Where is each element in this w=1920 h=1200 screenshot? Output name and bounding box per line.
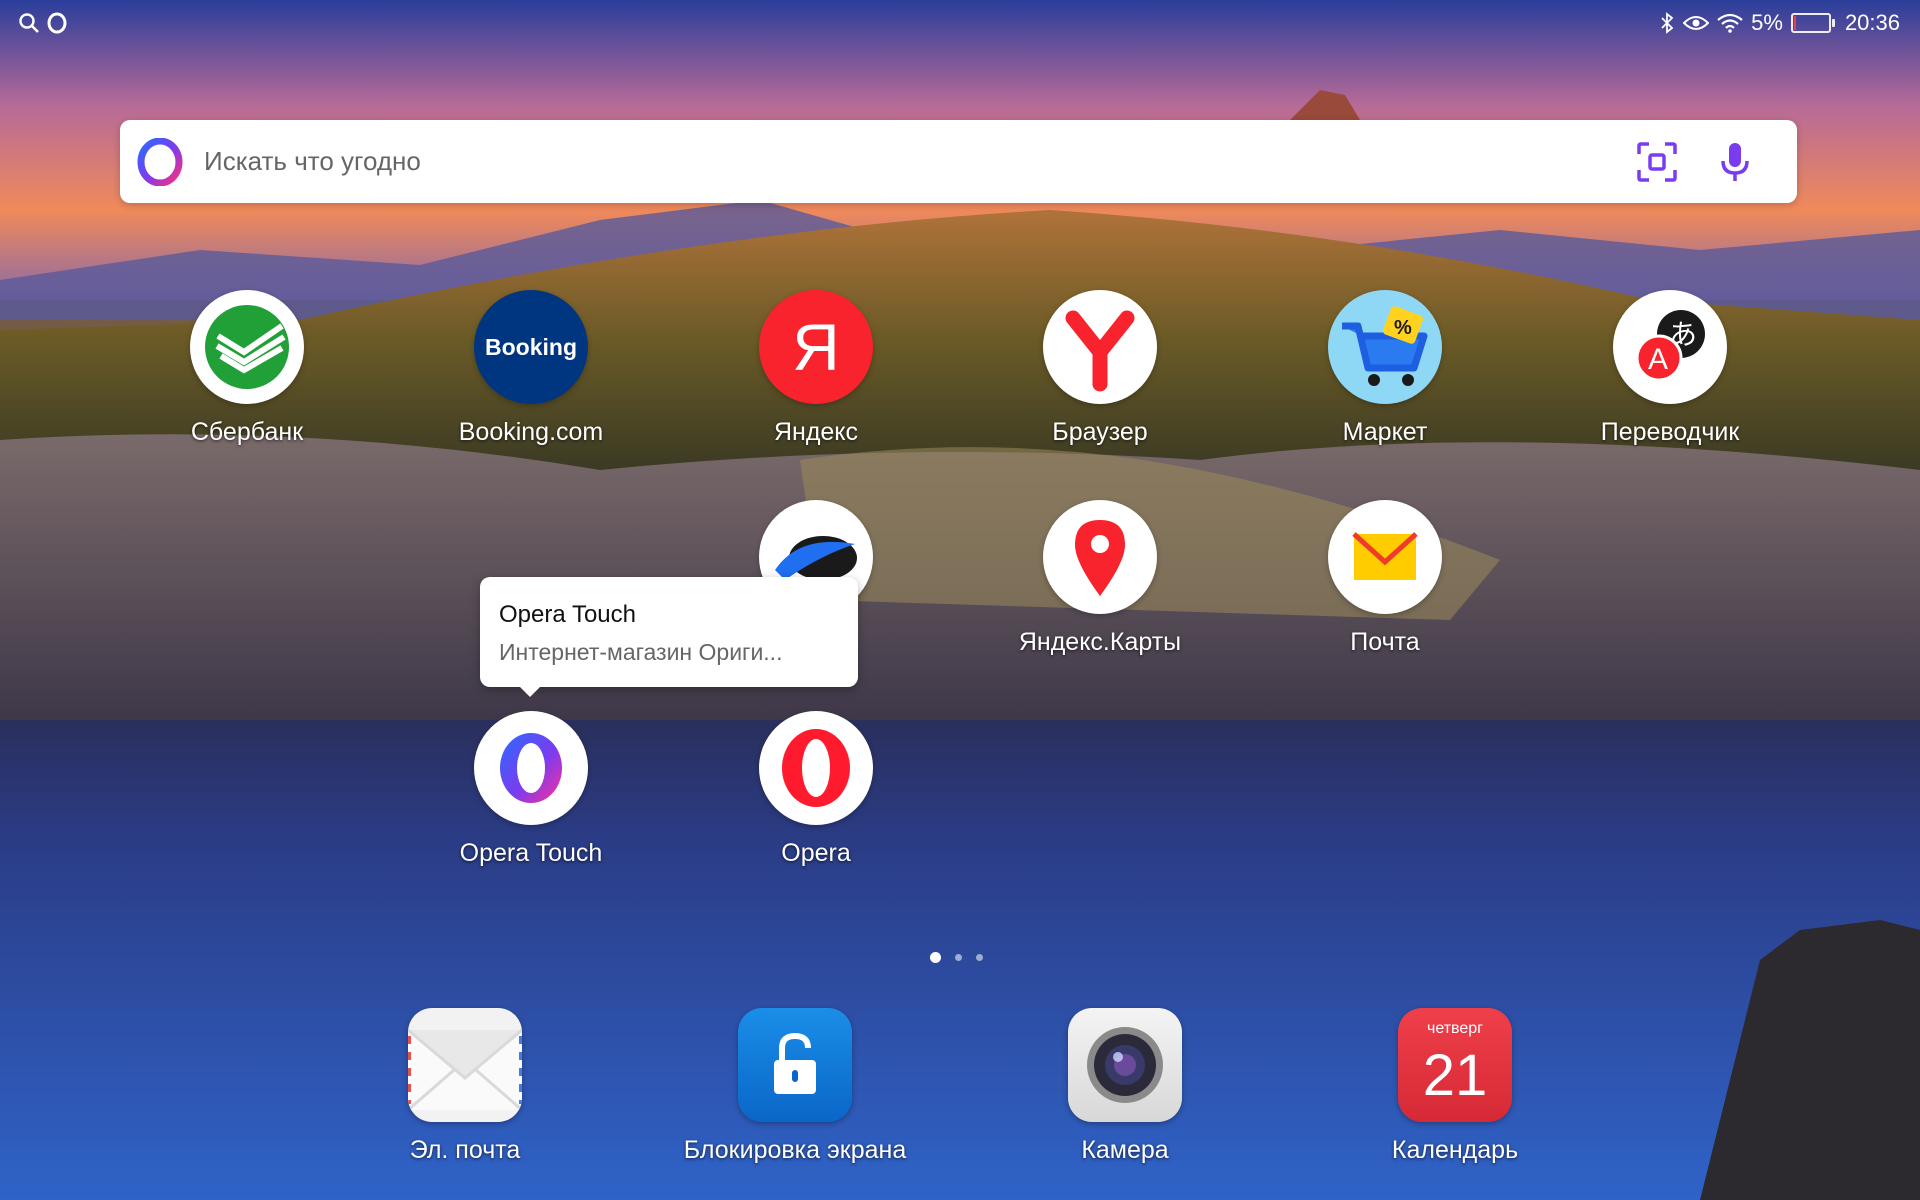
dock-label: Камера: [1081, 1136, 1169, 1164]
yandex-icon: Я: [759, 290, 873, 404]
dock-label: Блокировка экрана: [683, 1136, 907, 1164]
dock-camera[interactable]: Камера: [965, 1008, 1285, 1165]
market-tag-text: %: [1394, 317, 1412, 339]
search-bar[interactable]: Искать что угодно: [120, 120, 1797, 203]
yandex-browser-icon: [1043, 290, 1157, 404]
app-label: Яндекс: [773, 418, 859, 446]
app-opera-touch[interactable]: Opera Touch: [401, 711, 661, 868]
app-label: Переводчик: [1600, 418, 1740, 446]
app-translator[interactable]: あ A Переводчик: [1540, 290, 1800, 447]
translate-icon-letter: A: [1648, 343, 1668, 376]
page-dot[interactable]: [976, 954, 983, 961]
opera-icon: [759, 711, 873, 825]
lock-icon: [738, 1008, 852, 1122]
booking-icon: Booking: [474, 290, 588, 404]
popup-title: Opera Touch: [499, 601, 636, 628]
app-label: Яндекс.Карты: [1018, 628, 1182, 656]
search-icon: [19, 13, 39, 33]
map-pin-icon: [1043, 500, 1157, 614]
dock-lock-screen[interactable]: Блокировка экрана: [635, 1008, 955, 1165]
mic-icon[interactable]: [1713, 140, 1757, 184]
app-label: Opera Touch: [459, 839, 603, 867]
dock-email[interactable]: Эл. почта: [305, 1008, 625, 1165]
calendar-day: 21: [1422, 1043, 1488, 1108]
page-indicator[interactable]: [930, 952, 983, 963]
app-booking[interactable]: Booking Booking.com: [401, 290, 661, 447]
email-icon: [408, 1008, 522, 1122]
sberbank-icon: [190, 290, 304, 404]
page-dot[interactable]: [955, 954, 962, 961]
eye-icon: [1683, 16, 1710, 30]
dock-calendar[interactable]: четверг 21 Календарь: [1295, 1008, 1615, 1165]
dock-label: Эл. почта: [409, 1136, 521, 1164]
popup-subtitle: Интернет-магазин Ориги...: [499, 639, 783, 665]
battery-percent: 5%: [1751, 10, 1783, 35]
calendar-icon: четверг 21: [1398, 1008, 1512, 1122]
status-bar: 5% 20:36: [0, 0, 1920, 48]
app-yandex-browser[interactable]: Браузер: [970, 290, 1230, 447]
app-sberbank[interactable]: Сбербанк: [117, 290, 377, 447]
app-label: Маркет: [1342, 418, 1428, 446]
page-dot[interactable]: [930, 952, 941, 963]
app-label: Почта: [1350, 628, 1420, 656]
opera-icon: [47, 12, 67, 34]
app-label: Booking.com: [458, 418, 604, 446]
app-yandex[interactable]: Я Яндекс: [686, 290, 946, 447]
app-label: Opera: [781, 839, 851, 867]
search-input[interactable]: Искать что угодно: [204, 120, 421, 203]
scan-icon[interactable]: [1635, 140, 1679, 184]
battery-icon: [1790, 13, 1835, 33]
app-mail[interactable]: Почта: [1255, 500, 1515, 657]
app-label: Сбербанк: [190, 418, 304, 446]
clock: 20:36: [1844, 10, 1900, 35]
opera-logo-icon: [137, 138, 183, 186]
bluetooth-icon: [1661, 12, 1674, 34]
camera-icon: [1068, 1008, 1182, 1122]
translate-icon: あ A: [1613, 290, 1727, 404]
wifi-icon: [1717, 13, 1743, 33]
dock-label: Календарь: [1391, 1136, 1519, 1164]
mail-envelope-icon: [1328, 500, 1442, 614]
app-opera[interactable]: Opera: [686, 711, 946, 868]
yandex-icon-text: Я: [792, 310, 840, 384]
calendar-weekday: четверг: [1427, 1020, 1483, 1037]
app-market[interactable]: % Маркет: [1255, 290, 1515, 447]
booking-icon-text: Booking: [485, 333, 577, 360]
app-shortcut-popup[interactable]: Opera Touch Интернет-магазин Ориги...: [480, 577, 858, 697]
app-yandex-maps[interactable]: Яндекс.Карты: [970, 500, 1230, 657]
app-label: Браузер: [1052, 418, 1148, 446]
market-cart-icon: %: [1328, 290, 1442, 404]
opera-touch-icon: [474, 711, 588, 825]
